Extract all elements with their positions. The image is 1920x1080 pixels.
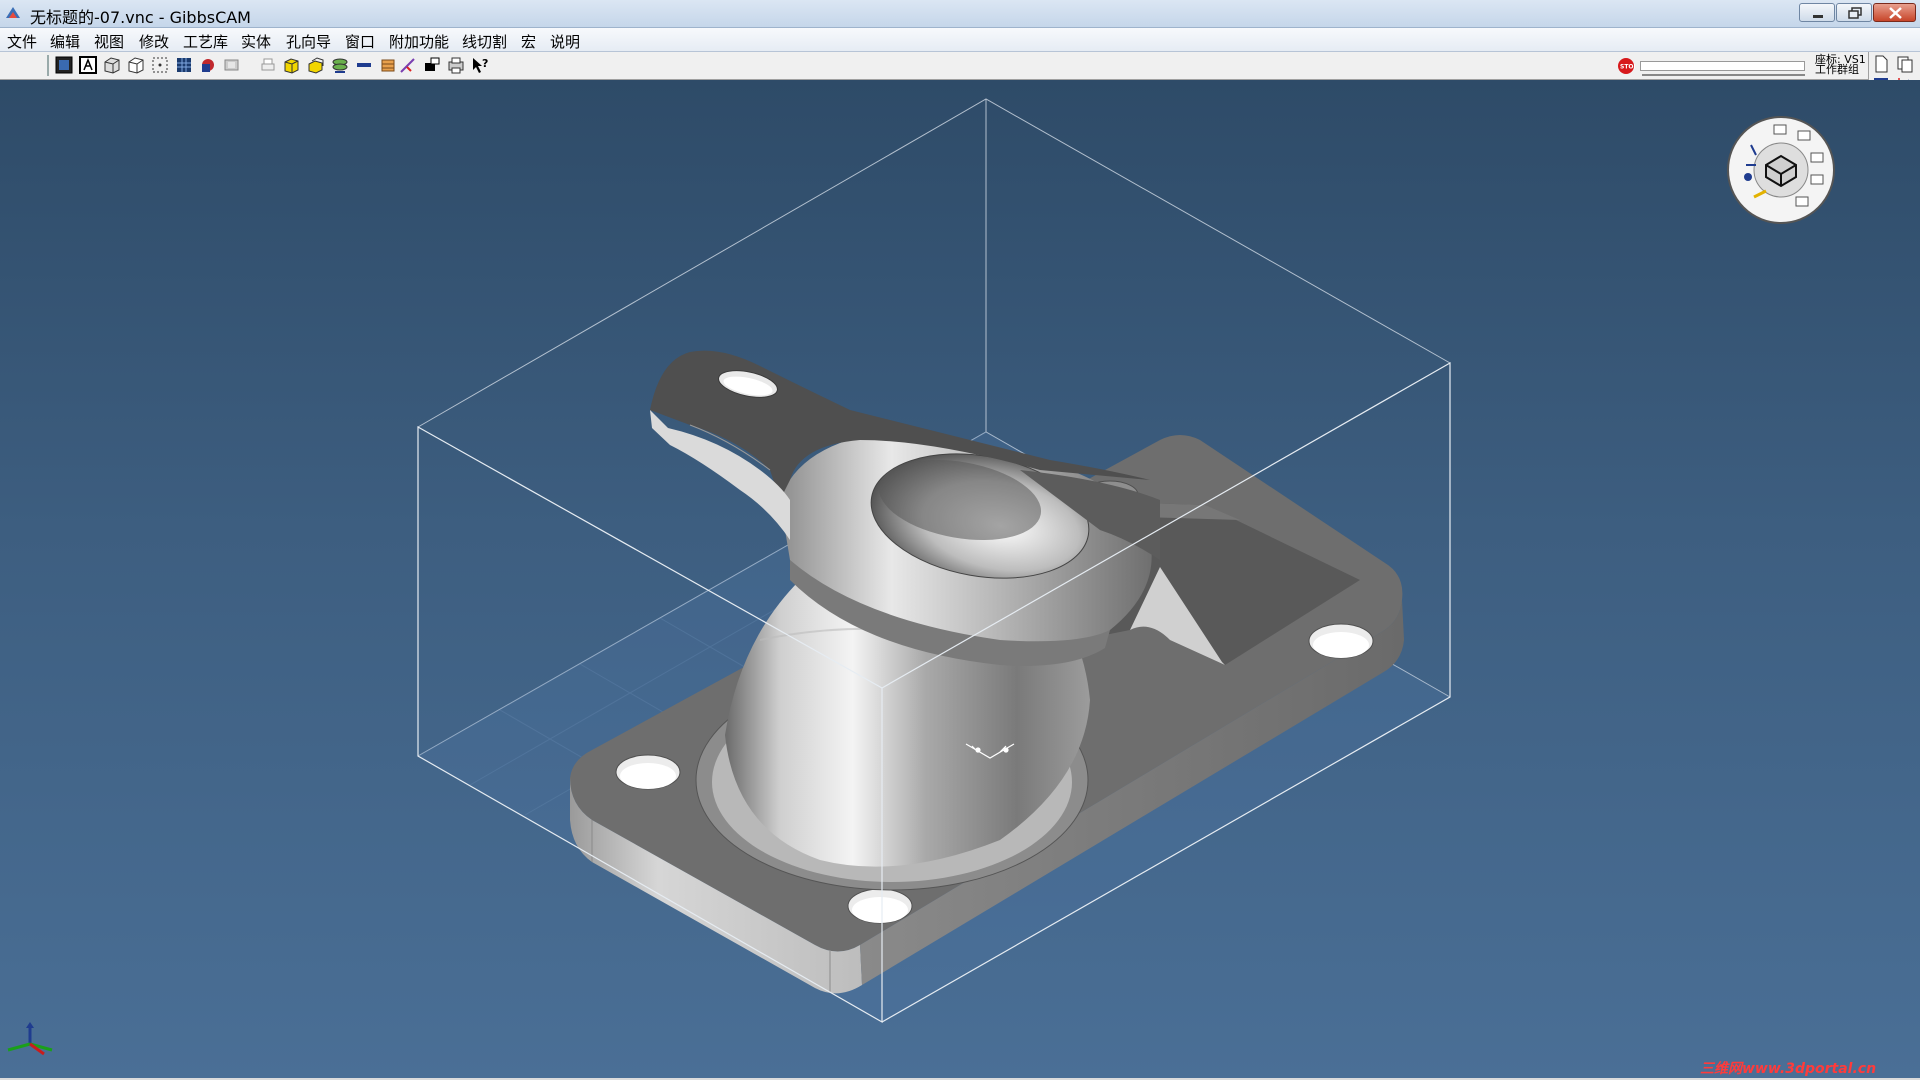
gibbscam-app-icon[interactable]	[4, 4, 22, 22]
stop-icon[interactable]: STOP	[1617, 57, 1635, 75]
coordinate-label: 座标: VS1 工作群组	[1815, 54, 1866, 76]
view-navigator-wheel[interactable]	[1726, 115, 1836, 225]
close-button[interactable]	[1873, 3, 1916, 22]
menu-wire-edm[interactable]: 线切割	[462, 31, 507, 52]
shaded-view-icon[interactable]	[102, 55, 122, 75]
menu-solid[interactable]: 实体	[241, 31, 271, 52]
new-document-icon[interactable]	[1871, 54, 1891, 74]
copy-document-icon[interactable]	[1895, 54, 1915, 74]
cursor-icon[interactable]	[422, 55, 442, 75]
menu-edit[interactable]: 编辑	[50, 31, 80, 52]
profile-icon[interactable]	[354, 55, 374, 75]
minimize-icon	[1813, 15, 1823, 18]
help-icon[interactable]: ?	[470, 55, 490, 75]
work-group-label: 工作群组	[1815, 63, 1859, 76]
grid-icon[interactable]	[174, 55, 194, 75]
toolbar-grip[interactable]	[47, 55, 49, 76]
restore-button[interactable]	[1836, 3, 1872, 22]
menu-help[interactable]: 说明	[550, 31, 580, 52]
solid-view-icon[interactable]	[54, 55, 74, 75]
part-scene[interactable]	[0, 80, 1920, 1078]
menu-modify[interactable]: 修改	[139, 31, 169, 52]
minimize-button[interactable]	[1799, 3, 1835, 22]
wireframe-view-icon[interactable]	[78, 55, 98, 75]
color-icon[interactable]	[198, 55, 218, 75]
menu-view[interactable]: 视图	[94, 31, 124, 52]
watermark: 三维网www.3dportal.cn	[1700, 1061, 1877, 1077]
3d-viewport[interactable]: 三维网www.3dportal.cn	[0, 80, 1920, 1078]
close-icon	[1889, 7, 1902, 19]
layer-icon[interactable]	[330, 55, 350, 75]
print-preview-icon[interactable]	[258, 55, 278, 75]
progress-underline	[1642, 74, 1805, 76]
transform-icon[interactable]	[222, 55, 242, 75]
axis-triad-icon	[7, 1022, 53, 1056]
restore-icon	[1848, 7, 1862, 19]
solid-box-icon[interactable]	[282, 55, 302, 75]
menu-file[interactable]: 文件	[7, 31, 37, 52]
progress-bar	[1640, 61, 1805, 71]
menu-bar: 文件 编辑 视图 修改 工艺库 实体 孔向导 窗口 附加功能 线切割 宏 说明	[0, 28, 1920, 52]
title-bar: 无标题的-07.vnc - GibbsCAM	[0, 0, 1920, 28]
window-title: 无标题的-07.vnc - GibbsCAM	[30, 8, 251, 27]
menu-macro[interactable]: 宏	[521, 31, 536, 52]
stack-icon[interactable]	[306, 55, 326, 75]
sketch-arrow-icon[interactable]	[398, 55, 418, 75]
svg-text:STOP: STOP	[1620, 64, 1635, 71]
box-view-icon[interactable]	[126, 55, 146, 75]
main-toolbar: ? STOP 座标: VS1 工作群组	[0, 52, 1868, 80]
block-icon[interactable]	[378, 55, 398, 75]
svg-text:?: ?	[482, 57, 488, 70]
menu-process-library[interactable]: 工艺库	[183, 31, 228, 52]
select-icon[interactable]	[150, 55, 170, 75]
print-icon[interactable]	[446, 55, 466, 75]
menu-plugins[interactable]: 附加功能	[389, 31, 449, 52]
menu-window[interactable]: 窗口	[345, 31, 375, 52]
menu-hole-wizard[interactable]: 孔向导	[286, 31, 331, 52]
